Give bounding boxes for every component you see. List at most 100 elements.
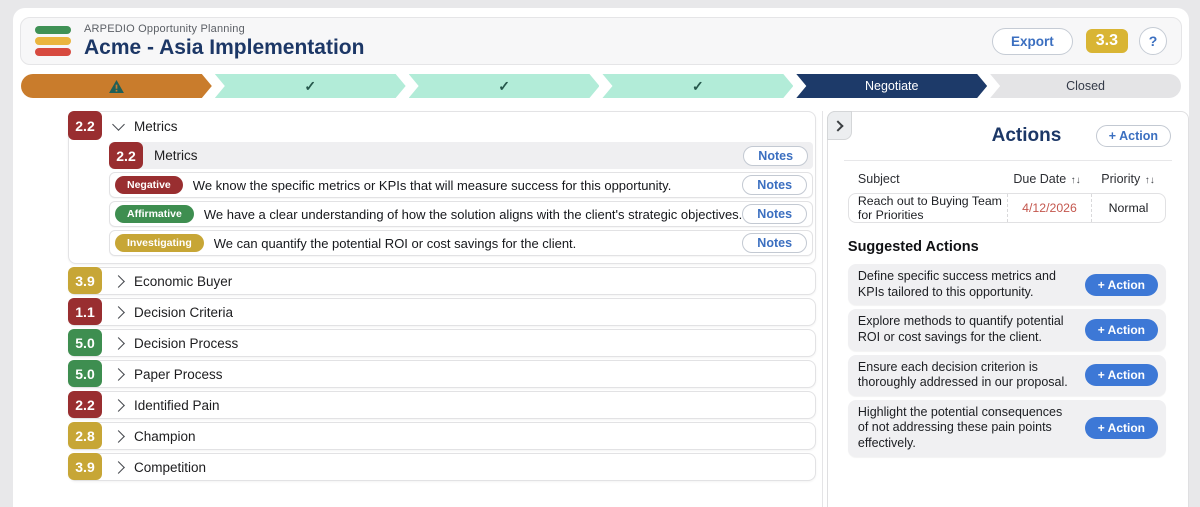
export-button[interactable]: Export <box>991 27 1073 55</box>
check-icon: ✓ <box>498 78 510 94</box>
statement-row: Affirmative We have a clear understandin… <box>109 201 814 227</box>
add-suggested-action-button[interactable]: + Action <box>1084 364 1158 387</box>
sort-icon[interactable]: ↑↓ <box>1071 175 1081 186</box>
suggested-action-row: Explore methods to quantify potential RO… <box>847 309 1166 351</box>
chevron-right-icon <box>112 429 125 443</box>
score-badge: 1.1 <box>68 298 102 325</box>
add-suggested-action-button[interactable]: + Action <box>1084 417 1158 440</box>
score-badge: 3.9 <box>68 267 102 294</box>
section-row-decision-criteria[interactable]: 1.1 Decision Criteria <box>68 298 817 326</box>
chevron-right-icon <box>112 398 125 412</box>
status-badge[interactable]: Investigating <box>115 234 204 252</box>
chevron-right-icon <box>112 460 125 474</box>
notes-button[interactable]: Notes <box>742 175 808 195</box>
chevron-right-icon <box>112 274 125 288</box>
app-window: ARPEDIO Opportunity Planning Acme - Asia… <box>13 8 1189 507</box>
warning-icon <box>109 80 124 93</box>
chevron-down-icon <box>112 118 125 131</box>
stage-segment-3[interactable]: ✓ <box>409 74 600 98</box>
column-subject: Subject <box>857 172 900 186</box>
suggested-action-row: Highlight the potential consequences of … <box>847 399 1166 457</box>
statement-text: We know the specific metrics or KPIs tha… <box>192 177 672 193</box>
statement-text: We can quantify the potential ROI or cos… <box>213 235 577 251</box>
stage-progress-bar: ✓ ✓ ✓ Negotiate Closed <box>21 74 1181 98</box>
action-subject: Reach out to Buying Team for Priorities <box>857 194 1002 222</box>
subheader-label: Metrics <box>154 148 198 163</box>
page-title: Acme - Asia Implementation <box>84 35 365 59</box>
check-icon: ✓ <box>304 78 317 94</box>
score-badge: 2.2 <box>68 391 102 418</box>
action-priority: Normal <box>1091 194 1165 222</box>
metrics-subheader-row: 2.2 Metrics Notes <box>109 142 814 169</box>
column-due-date[interactable]: Due Date ↑↓ <box>1004 172 1090 186</box>
notes-button[interactable]: Notes <box>742 204 808 224</box>
statement-row: Negative We know the specific metrics or… <box>109 172 814 198</box>
actions-table-header: Subject Due Date ↑↓ Priority ↑↓ <box>828 161 1188 193</box>
suggestion-text: Explore methods to quantify potential RO… <box>857 314 1064 344</box>
sort-icon[interactable]: ↑↓ <box>1145 175 1155 186</box>
suggested-action-row: Define specific success metrics and KPIs… <box>847 264 1166 306</box>
criteria-list: 2.2 Metrics 2.2 Metrics Notes Negative W… <box>68 111 817 507</box>
add-action-button[interactable]: + Action <box>1095 125 1171 147</box>
actions-title: Actions <box>991 124 1062 146</box>
score-badge: 2.2 <box>68 111 102 140</box>
stage-label: Negotiate <box>864 79 919 93</box>
section-row-identified-pain[interactable]: 2.2 Identified Pain <box>68 391 817 419</box>
action-table-row[interactable]: Reach out to Buying Team for Priorities … <box>847 193 1166 223</box>
content-area: 2.2 Metrics 2.2 Metrics Notes Negative W… <box>13 111 1189 507</box>
section-label: Decision Criteria <box>134 304 234 320</box>
metrics-group: 2.2 Metrics 2.2 Metrics Notes Negative W… <box>68 111 817 264</box>
section-row-economic-buyer[interactable]: 3.9 Economic Buyer <box>68 267 817 295</box>
score-badge: 2.2 <box>109 142 143 169</box>
status-badge[interactable]: Negative <box>115 176 183 194</box>
notes-button[interactable]: Notes <box>743 145 809 166</box>
action-due-date: 4/12/2026 <box>1007 194 1091 222</box>
actions-panel: Actions + Action Subject Due Date ↑↓ Pri… <box>826 111 1189 507</box>
section-row-decision-process[interactable]: 5.0 Decision Process <box>68 329 817 357</box>
chevron-right-icon <box>112 367 125 381</box>
column-priority[interactable]: Priority ↑↓ <box>1090 172 1166 186</box>
actions-panel-header: Actions + Action <box>828 112 1188 147</box>
app-eyebrow: ARPEDIO Opportunity Planning <box>84 22 245 35</box>
suggestion-text: Define specific success metrics and KPIs… <box>857 269 1056 299</box>
section-row-competition[interactable]: 3.9 Competition <box>68 453 817 481</box>
section-label: Champion <box>134 428 196 444</box>
chevron-right-icon <box>112 305 125 319</box>
suggested-actions-title: Suggested Actions <box>847 239 979 255</box>
help-button[interactable]: ? <box>1139 27 1167 55</box>
statement-row: Investigating We can quantify the potent… <box>109 230 814 256</box>
section-row-paper-process[interactable]: 5.0 Paper Process <box>68 360 817 388</box>
section-label: Competition <box>134 459 207 475</box>
score-badge: 5.0 <box>68 360 102 387</box>
suggestion-text: Ensure each decision criterion is thorou… <box>857 359 1068 390</box>
section-label: Paper Process <box>134 366 223 382</box>
header-titles: ARPEDIO Opportunity Planning Acme - Asia… <box>84 23 364 60</box>
panel-divider <box>822 111 823 507</box>
status-badge[interactable]: Affirmative <box>115 205 194 223</box>
score-badge: 2.8 <box>68 422 102 449</box>
notes-button[interactable]: Notes <box>742 233 808 253</box>
chevron-right-icon <box>112 336 125 350</box>
arpedio-logo-icon <box>35 26 71 56</box>
stage-segment-negotiate[interactable]: Negotiate <box>796 74 987 98</box>
stage-segment-2[interactable]: ✓ <box>215 74 406 98</box>
section-row-champion[interactable]: 2.8 Champion <box>68 422 817 450</box>
stage-segment-4[interactable]: ✓ <box>602 74 793 98</box>
metrics-group-header[interactable]: 2.2 Metrics <box>68 111 815 140</box>
suggested-action-row: Ensure each decision criterion is thorou… <box>847 354 1166 396</box>
stage-segment-1[interactable] <box>21 74 212 98</box>
section-label: Economic Buyer <box>134 273 233 289</box>
score-badge: 5.0 <box>68 329 102 356</box>
stage-label: Closed <box>1066 79 1106 93</box>
section-label: Identified Pain <box>134 397 220 413</box>
section-label: Decision Process <box>134 335 239 351</box>
section-label: Metrics <box>134 118 178 134</box>
add-suggested-action-button[interactable]: + Action <box>1084 318 1158 341</box>
arpedio-logo-icon <box>955 124 982 147</box>
header: ARPEDIO Opportunity Planning Acme - Asia… <box>20 17 1182 65</box>
add-suggested-action-button[interactable]: + Action <box>1084 273 1158 296</box>
stage-segment-closed[interactable]: Closed <box>990 74 1181 98</box>
suggestion-text: Highlight the potential consequences of … <box>857 404 1063 450</box>
check-icon: ✓ <box>692 78 704 94</box>
score-badge: 3.9 <box>68 453 102 480</box>
